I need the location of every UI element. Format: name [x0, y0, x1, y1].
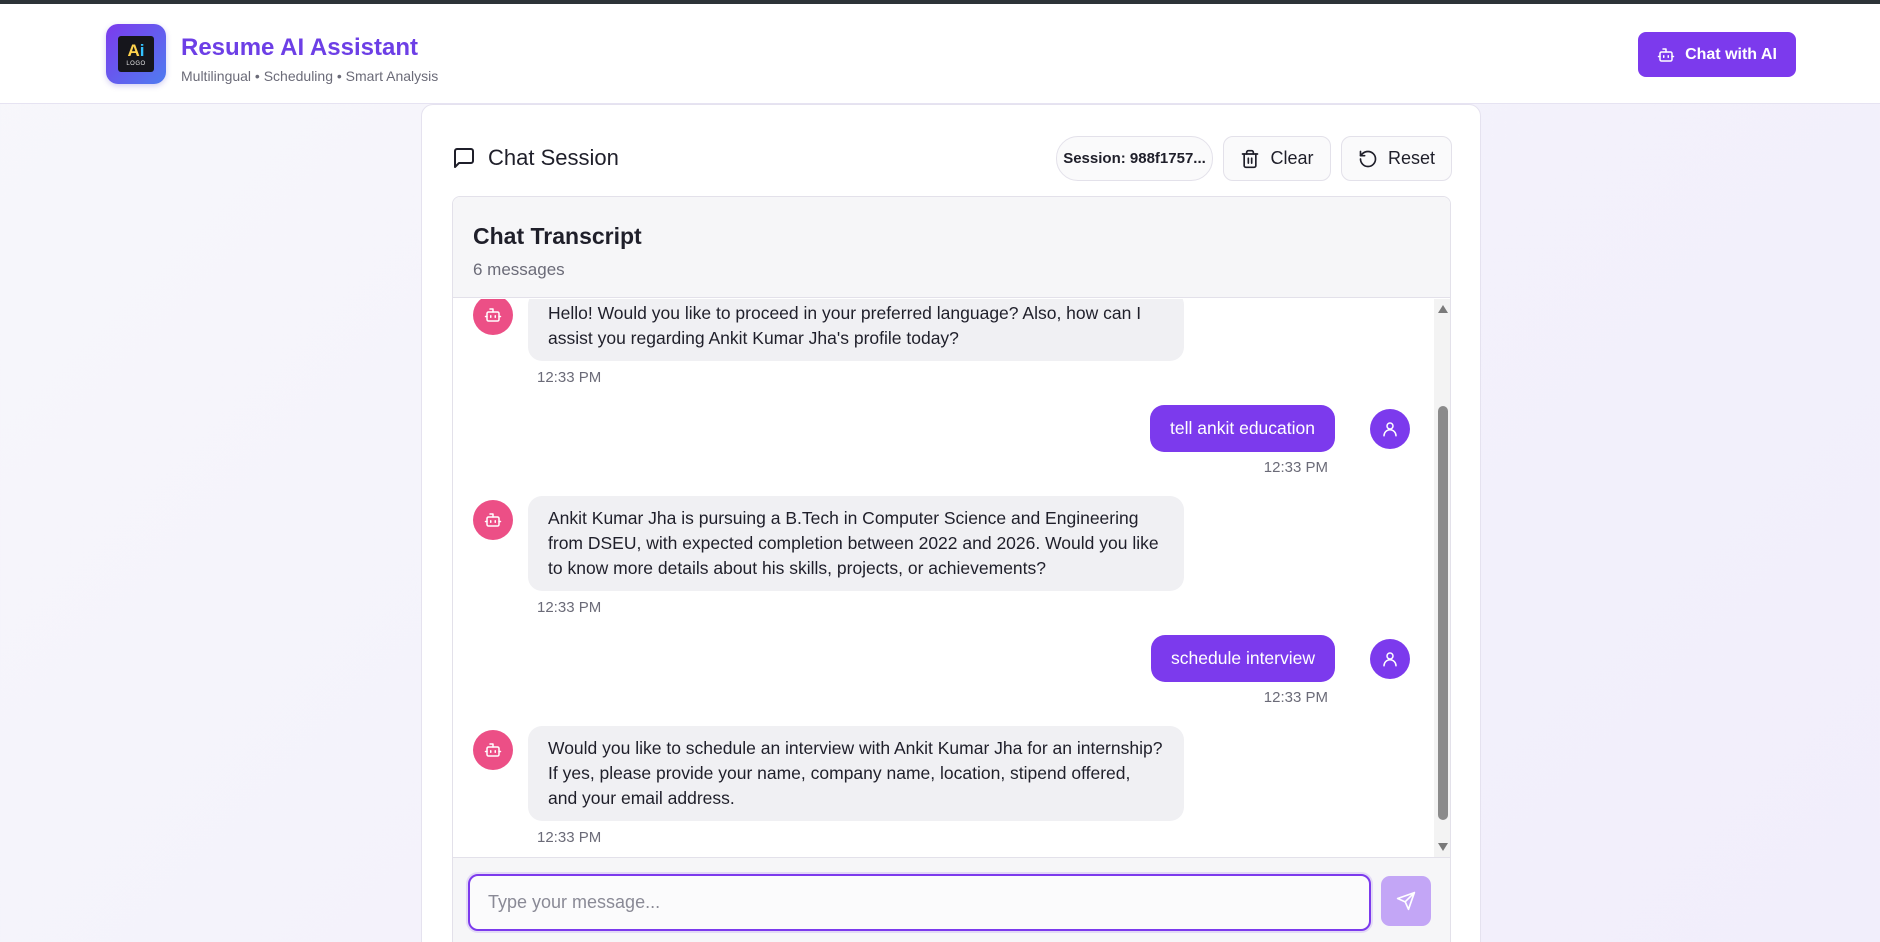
app-title: Resume AI Assistant — [181, 34, 418, 61]
user-icon — [1383, 652, 1397, 667]
trash-icon — [1242, 149, 1259, 168]
bot-icon — [484, 513, 502, 527]
scroll-up-arrow[interactable] — [1438, 305, 1448, 313]
message-square-icon — [454, 148, 474, 168]
reset-button[interactable]: Reset — [1341, 136, 1452, 181]
message-time: 12:33 PM — [537, 599, 602, 616]
chat-with-ai-button[interactable]: Chat with AI — [1638, 32, 1796, 77]
message-count: 6 messages — [473, 260, 565, 279]
chat-session-title: Chat Session — [488, 145, 619, 170]
chat-transcript: Chat Transcript 6 messages Hello! Would … — [452, 196, 1451, 942]
send-icon — [1396, 891, 1416, 911]
chat-session-card: Chat Session Session: 988f1757... Clear … — [421, 104, 1481, 942]
chat-with-ai-label: Chat with AI — [1685, 45, 1777, 63]
logo-subtext: LOGO — [126, 60, 146, 67]
message-time: 12:33 PM — [1263, 689, 1328, 706]
message-time: 12:33 PM — [537, 369, 602, 386]
bot-message: Hello! Would you like to proceed in your… — [528, 299, 1184, 361]
scroll-thumb[interactable] — [1438, 406, 1448, 820]
bot-icon — [1657, 47, 1675, 62]
message-scrollbar[interactable] — [1434, 299, 1450, 857]
message-list[interactable]: Hello! Would you like to proceed in your… — [453, 299, 1433, 857]
scroll-down-arrow[interactable] — [1438, 843, 1448, 851]
logo-icon: Ai LOGO — [106, 24, 166, 84]
reset-label: Reset — [1387, 148, 1436, 168]
user-icon — [1383, 422, 1397, 437]
logo-letter-a: A — [127, 40, 140, 60]
transcript-header: Chat Transcript 6 messages — [453, 197, 1450, 298]
bot-icon — [484, 743, 502, 757]
logo-letter-i: i — [139, 40, 145, 60]
user-message: tell ankit education — [1150, 405, 1335, 452]
transcript-title: Chat Transcript — [473, 223, 642, 249]
send-button[interactable] — [1381, 876, 1431, 926]
user-avatar — [1370, 639, 1410, 679]
bot-message: Ankit Kumar Jha is pursuing a B.Tech in … — [528, 496, 1184, 591]
app-subtitle: Multilingual • Scheduling • Smart Analys… — [181, 68, 439, 84]
message-time: 12:33 PM — [1263, 459, 1328, 476]
session-id-badge[interactable]: Session: 988f1757... — [1056, 136, 1213, 181]
message-composer — [453, 857, 1450, 942]
bot-message: Would you like to schedule an interview … — [528, 726, 1184, 821]
bot-icon — [484, 308, 502, 322]
session-id-label: Session: 988f1757... — [1063, 150, 1206, 167]
message-input[interactable] — [468, 874, 1371, 931]
chat-session-heading: Chat Session — [452, 145, 619, 171]
user-message: schedule interview — [1151, 635, 1335, 682]
bot-avatar — [473, 730, 513, 770]
clear-button[interactable]: Clear — [1223, 136, 1331, 181]
logo-text: Ai — [127, 42, 144, 59]
user-avatar — [1370, 409, 1410, 449]
clear-label: Clear — [1270, 148, 1314, 168]
logo-mark: Ai LOGO — [118, 36, 154, 72]
app-header: Ai LOGO Resume AI Assistant Multilingual… — [0, 4, 1880, 104]
rotate-ccw-icon — [1359, 150, 1377, 167]
bot-avatar — [473, 299, 513, 335]
message-time: 12:33 PM — [537, 829, 602, 846]
bot-avatar — [473, 500, 513, 540]
